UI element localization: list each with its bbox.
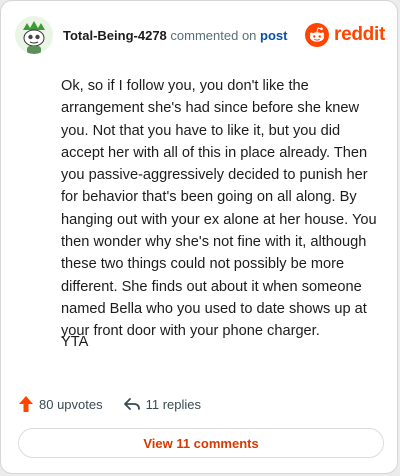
upvote-button[interactable]: 80 upvotes: [18, 395, 103, 413]
upvote-count: 80 upvotes: [39, 396, 103, 412]
username-link[interactable]: Total-Being-4278: [63, 28, 167, 43]
comment-meta: Total-Being-4278 commented on post: [63, 28, 287, 43]
view-comments-button[interactable]: View 11 comments: [18, 428, 384, 458]
comment-actions: 80 upvotes 11 replies: [18, 393, 201, 415]
reply-button[interactable]: 11 replies: [123, 396, 201, 412]
reddit-wordmark: reddit: [334, 24, 385, 45]
upvote-arrow-icon: [19, 396, 33, 412]
comment-header: Total-Being-4278 commented on post reddi…: [15, 15, 385, 55]
comment-card: Total-Being-4278 commented on post reddi…: [0, 0, 398, 474]
reddit-snoo-icon: [305, 23, 330, 47]
snoo-avatar-icon: [15, 16, 53, 54]
comment-verdict: YTA: [61, 334, 89, 350]
reply-count: 11 replies: [145, 396, 202, 412]
user-avatar[interactable]: [15, 16, 53, 54]
reddit-logo[interactable]: reddit: [305, 23, 385, 47]
post-link[interactable]: post: [260, 28, 287, 43]
action-text: commented on: [170, 27, 257, 43]
reply-arrow-icon: [123, 398, 140, 410]
comment-body: Ok, so if I follow you, you don't like t…: [61, 78, 377, 340]
